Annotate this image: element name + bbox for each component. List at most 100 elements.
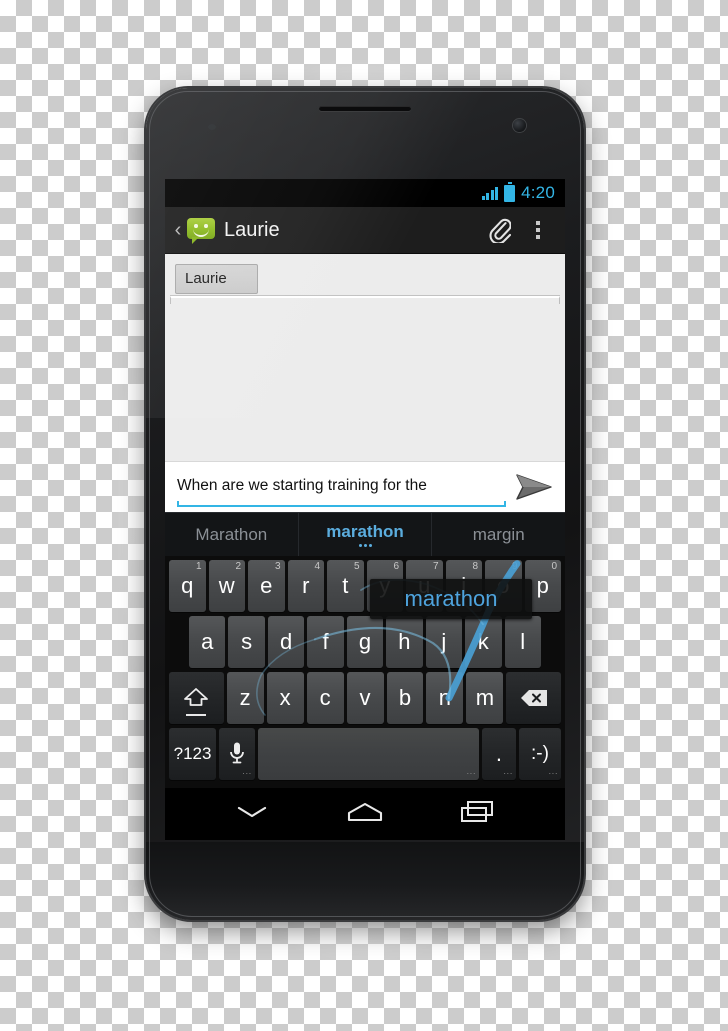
key-label: t	[342, 573, 349, 598]
key-w[interactable]: 2w	[208, 560, 245, 612]
key-label: w	[218, 573, 235, 598]
on-screen-keyboard: 1q 2w 3e 4r 5t 6y 7u 8i 9o 0p a s d f g …	[165, 556, 565, 788]
key-label: :-)	[530, 743, 549, 764]
send-button[interactable]	[506, 462, 561, 512]
signal-bars-icon	[481, 186, 499, 200]
key-b[interactable]: b	[386, 672, 424, 724]
key-label: m	[475, 685, 495, 710]
backspace-icon	[520, 690, 547, 706]
send-arrow-icon	[515, 474, 552, 500]
messaging-bubble-icon[interactable]	[187, 218, 215, 244]
conversation-title: Laurie	[224, 218, 280, 241]
key-s[interactable]: s	[228, 616, 265, 668]
key-num-hint: 0	[551, 561, 557, 572]
key-label: z	[239, 685, 251, 710]
key-label: v	[359, 685, 371, 710]
recipient-field-underline	[170, 296, 560, 304]
key-h[interactable]: h	[386, 616, 423, 668]
key-label: .	[495, 741, 502, 766]
shift-key[interactable]	[169, 672, 224, 724]
recipient-row[interactable]: Laurie	[165, 254, 565, 294]
voice-input-key[interactable]: ···	[219, 728, 255, 780]
symbols-key[interactable]: ?123	[169, 728, 217, 780]
key-num-hint: 5	[353, 561, 360, 572]
key-label: a	[201, 629, 214, 654]
key-label: l	[520, 629, 526, 654]
compose-row: When are we starting training for the	[165, 461, 565, 512]
key-num-hint: 1	[195, 561, 202, 572]
key-num-hint: 7	[432, 561, 439, 572]
key-e[interactable]: 3e	[248, 560, 285, 612]
action-bar: ‹ Laurie	[165, 207, 565, 254]
key-l[interactable]: l	[504, 616, 541, 668]
key-v[interactable]: v	[346, 672, 384, 724]
period-key[interactable]: . ···	[482, 728, 516, 780]
keyboard-row-2: a s d f g h j k l	[167, 616, 563, 668]
attach-button[interactable]	[481, 207, 519, 253]
key-label: j	[441, 629, 447, 654]
suggestion-item-1[interactable]: marathon	[297, 513, 432, 556]
key-z[interactable]: z	[226, 672, 264, 724]
recent-apps-icon	[461, 801, 494, 822]
key-label: q	[181, 573, 194, 598]
status-bar: 4:20	[165, 179, 565, 207]
key-label: k	[477, 629, 489, 654]
suggestion-strip: Marathon marathon margin	[165, 512, 565, 556]
proximity-sensor	[208, 124, 216, 130]
space-key[interactable]: ···	[257, 728, 479, 780]
recipient-chip[interactable]: Laurie	[175, 264, 258, 294]
suggestion-label: Marathon	[195, 524, 268, 544]
recent-apps-button[interactable]	[448, 788, 508, 836]
key-num-hint: 9	[511, 561, 518, 572]
phone-device: 4:20 ‹ Laurie Laurie When are we startin…	[146, 88, 584, 920]
key-label: s	[241, 629, 253, 654]
back-hide-keyboard-button[interactable]	[222, 788, 282, 836]
key-num-hint: 6	[393, 561, 399, 572]
suggestion-item-2[interactable]: margin	[431, 513, 565, 556]
message-input[interactable]: When are we starting training for the	[177, 467, 506, 507]
key-d[interactable]: d	[267, 616, 305, 668]
home-icon	[347, 802, 383, 822]
suggestion-label: margin	[472, 524, 525, 544]
key-label: f	[322, 629, 329, 654]
shift-arrow-icon	[184, 688, 209, 706]
phone-screen: 4:20 ‹ Laurie Laurie When are we startin…	[165, 179, 565, 840]
backspace-key[interactable]	[506, 672, 562, 724]
microphone-icon	[230, 742, 244, 764]
paperclip-icon	[489, 218, 511, 243]
emoji-key[interactable]: :-) ···	[518, 728, 561, 780]
key-long-press-hint: ···	[466, 769, 476, 778]
key-label: x	[279, 685, 291, 710]
key-label: n	[438, 685, 452, 710]
key-j[interactable]: j	[425, 616, 463, 668]
key-x[interactable]: x	[266, 672, 304, 724]
key-q[interactable]: 1q	[169, 560, 206, 612]
battery-full-icon	[504, 184, 516, 202]
key-n[interactable]: n	[426, 672, 464, 724]
keyboard-row-4: ?123 ··· ··· . ···:-) ···	[167, 728, 563, 780]
home-button[interactable]	[335, 788, 395, 836]
key-a[interactable]: a	[189, 616, 226, 668]
key-label: g	[358, 629, 372, 654]
keyboard-row-3: z x c v b n m	[167, 672, 563, 724]
key-num-hint: 4	[314, 561, 320, 572]
key-r[interactable]: 4r	[287, 560, 324, 612]
key-m[interactable]: m	[466, 672, 504, 724]
suggestion-item-0[interactable]: Marathon	[165, 513, 298, 556]
key-c[interactable]: c	[306, 672, 344, 724]
key-label: r	[302, 573, 310, 598]
key-k[interactable]: k	[465, 616, 502, 668]
up-caret-icon[interactable]: ‹	[171, 220, 185, 240]
key-num-hint: 8	[472, 561, 478, 572]
key-num-hint: 2	[235, 561, 241, 572]
key-long-press-hint: ···	[503, 769, 513, 778]
key-f[interactable]: f	[307, 616, 344, 668]
key-t[interactable]: 5t	[327, 560, 364, 612]
overflow-menu-button[interactable]	[519, 207, 557, 253]
key-g[interactable]: g	[346, 616, 384, 668]
gesture-word-preview: marathon	[370, 579, 532, 619]
key-long-press-hint: ···	[242, 769, 252, 778]
key-long-press-hint: ···	[548, 769, 558, 778]
bottom-bezel	[146, 842, 584, 920]
navigation-bar	[165, 788, 565, 836]
